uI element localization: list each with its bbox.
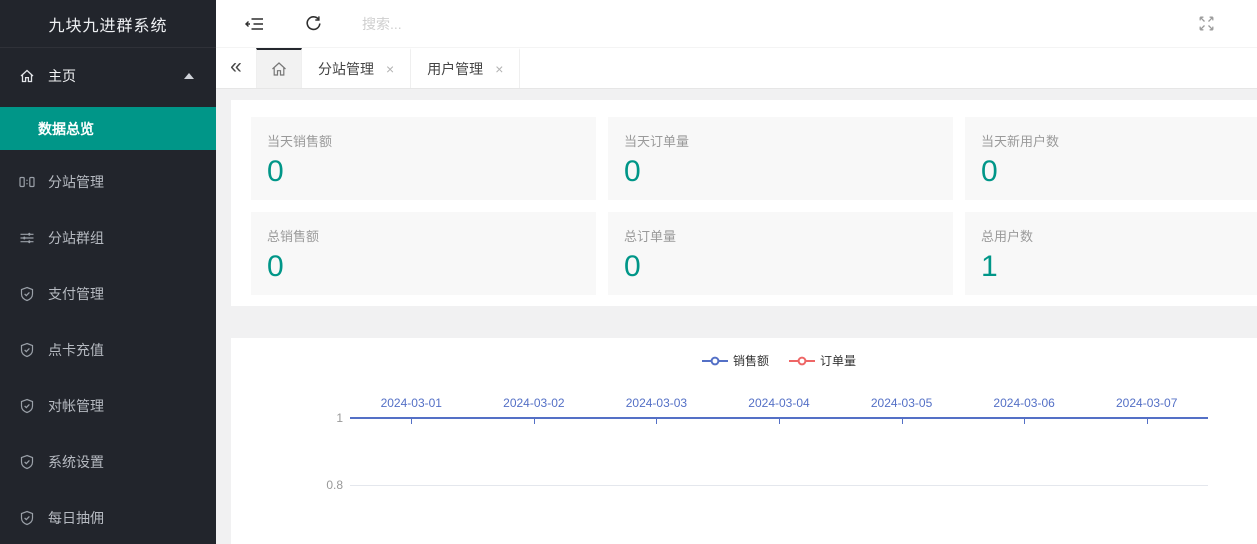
sidebar-item-payment-manage[interactable]: 支付管理: [0, 272, 216, 316]
app-title: 九块九进群系统: [0, 0, 216, 48]
sliders-icon: [19, 230, 35, 246]
sidebar-item-label: 主页: [48, 66, 76, 86]
stat-label: 当天订单量: [624, 131, 937, 150]
chevron-up-icon: [184, 73, 194, 79]
sidebar-item-reconciliation[interactable]: 对帐管理: [0, 384, 216, 428]
y-axis-tick-label: 1: [231, 411, 343, 425]
sidebar-item-data-overview[interactable]: 数据总览: [0, 107, 216, 150]
stat-label: 总销售额: [267, 226, 580, 245]
x-axis-tick-label: 2024-03-02: [503, 396, 564, 410]
sidebar-item-daily-commission[interactable]: 每日抽佣: [0, 496, 216, 540]
x-axis-tick-label: 2024-03-07: [1116, 396, 1177, 410]
stat-value: 1: [981, 250, 1257, 284]
sales-orders-chart: 销售额 订单量 1 0.8 2024-03-01 2024-03-02 2024…: [231, 338, 1257, 544]
home-icon: [270, 60, 288, 78]
x-axis-tick: [411, 419, 412, 424]
x-axis-tick-label: 2024-03-05: [871, 396, 932, 410]
stats-grid: 当天销售额 0 当天订单量 0 当天新用户数 0 总销售额 0 总订单量 0 总…: [251, 117, 1257, 295]
stat-value: 0: [624, 155, 937, 189]
stat-card-total-users: 总用户数 1: [965, 212, 1257, 295]
sidebar-item-label: 系统设置: [48, 452, 104, 472]
stat-value: 0: [981, 155, 1257, 189]
sidebar-item-label: 对帐管理: [48, 396, 104, 416]
sidebar-item-system-settings[interactable]: 系统设置: [0, 440, 216, 484]
sidebar: 九块九进群系统 主页 数据总览 分站管理: [0, 0, 216, 544]
stat-label: 总用户数: [981, 226, 1257, 245]
stats-panel: 当天销售额 0 当天订单量 0 当天新用户数 0 总销售额 0 总订单量 0 总…: [231, 100, 1257, 306]
x-axis-tick-label: 2024-03-06: [993, 396, 1054, 410]
x-axis-tick-label: 2024-03-03: [626, 396, 687, 410]
tab-substation-manage[interactable]: 分站管理 ×: [302, 48, 411, 88]
sidebar-item-label: 支付管理: [48, 284, 104, 304]
y-gridline: [350, 485, 1208, 486]
stat-value: 0: [267, 250, 580, 284]
x-axis-tick: [1024, 419, 1025, 424]
close-icon[interactable]: ×: [386, 62, 394, 76]
sidebar-item-label: 分站群组: [48, 228, 104, 248]
x-axis-tick: [902, 419, 903, 424]
x-axis-tick: [1147, 419, 1148, 424]
close-icon[interactable]: ×: [495, 62, 503, 76]
columns-icon: [19, 174, 35, 190]
tab-label: 分站管理: [318, 59, 374, 79]
x-axis-tick: [779, 419, 780, 424]
home-icon: [19, 68, 35, 84]
tabbar: « 分站管理 × 用户管理 ×: [216, 48, 1257, 89]
y-axis-tick-label: 0.8: [231, 478, 343, 492]
stat-card-total-orders: 总订单量 0: [608, 212, 953, 295]
tabs-collapse-icon[interactable]: «: [216, 48, 256, 88]
sidebar-item-substation-manage[interactable]: 分站管理: [0, 160, 216, 204]
x-axis-tick-label: 2024-03-04: [748, 396, 809, 410]
stat-label: 当天新用户数: [981, 131, 1257, 150]
stat-label: 总订单量: [624, 226, 937, 245]
shield-check-icon: [19, 342, 35, 358]
sidebar-item-substation-group[interactable]: 分站群组: [0, 216, 216, 260]
sidebar-item-home[interactable]: 主页: [0, 53, 216, 99]
sidebar-item-label: 分站管理: [48, 172, 104, 192]
chart-plot-area: 2024-03-01 2024-03-02 2024-03-03 2024-03…: [350, 338, 1208, 544]
x-axis-tick: [534, 419, 535, 424]
x-axis-tick-label: 2024-03-01: [381, 396, 442, 410]
refresh-icon[interactable]: [305, 15, 322, 32]
tab-user-manage[interactable]: 用户管理 ×: [411, 48, 520, 88]
x-axis-tick: [656, 419, 657, 424]
search-input[interactable]: [362, 16, 682, 32]
fullscreen-icon[interactable]: [1198, 15, 1215, 32]
shield-check-icon: [19, 286, 35, 302]
shield-check-icon: [19, 398, 35, 414]
shield-check-icon: [19, 454, 35, 470]
sidebar-item-label: 点卡充值: [48, 340, 104, 360]
tab-home[interactable]: [256, 48, 302, 88]
stat-card-total-sales: 总销售额 0: [251, 212, 596, 295]
stat-value: 0: [267, 155, 580, 189]
main-content: 当天销售额 0 当天订单量 0 当天新用户数 0 总销售额 0 总订单量 0 总…: [216, 89, 1257, 544]
stat-card-today-orders: 当天订单量 0: [608, 117, 953, 200]
sidebar-item-label: 每日抽佣: [48, 508, 104, 528]
sidebar-item-card-recharge[interactable]: 点卡充值: [0, 328, 216, 372]
sidebar-item-label: 数据总览: [38, 119, 94, 139]
tab-label: 用户管理: [427, 59, 483, 79]
collapse-sidebar-icon[interactable]: [245, 16, 264, 32]
stat-value: 0: [624, 250, 937, 284]
stat-label: 当天销售额: [267, 131, 580, 150]
topbar: [216, 0, 1257, 48]
shield-check-icon: [19, 510, 35, 526]
stat-card-today-new-users: 当天新用户数 0: [965, 117, 1257, 200]
stat-card-today-sales: 当天销售额 0: [251, 117, 596, 200]
